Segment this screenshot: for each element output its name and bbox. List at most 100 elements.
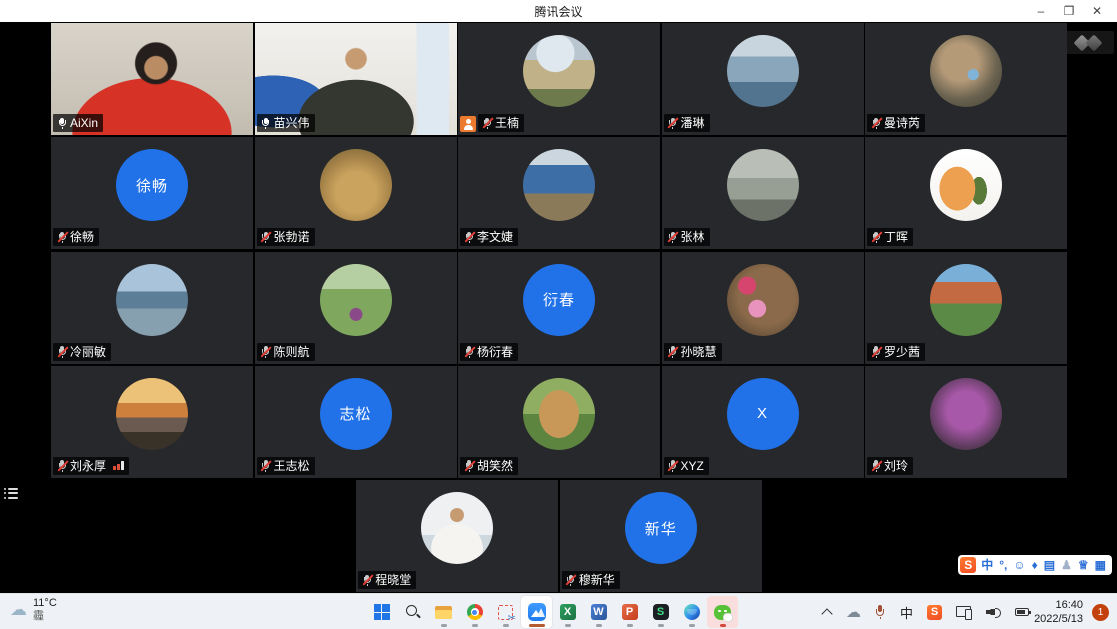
tencent-meeting-logo-icon (1074, 35, 1108, 51)
restore-button[interactable]: ❐ (1055, 0, 1083, 22)
participant-name: 李文婕 (477, 230, 513, 244)
participant-name: 潘琳 (681, 116, 705, 130)
participant-tile[interactable]: 刘永厚 (51, 366, 253, 478)
participant-tile[interactable]: 徐畅徐畅 (51, 137, 253, 249)
participant-name: 罗少茜 (884, 345, 920, 359)
taskbar-app-powerpoint[interactable]: P (614, 596, 645, 628)
speaker-icon[interactable] (986, 606, 1001, 618)
folder-icon (435, 606, 452, 619)
sogou-toolbox-icon[interactable]: ▦ (1095, 557, 1106, 573)
participant-tile[interactable]: 张勃诺 (255, 137, 457, 249)
tencent-meeting-window: 腾讯会议 – ❐ ✕ 正在讲话: 苗兴伟; AiXin; AiXin苗兴伟王楠潘… (0, 0, 1117, 629)
participant-avatar: 徐畅 (116, 149, 188, 221)
participant-tile[interactable]: 志松王志松 (255, 366, 457, 478)
participant-name: 丁晖 (884, 230, 908, 244)
name-label: 杨衍春 (460, 343, 518, 361)
name-label: 李文婕 (460, 228, 518, 246)
muted-mic-icon (261, 231, 271, 243)
participant-tile[interactable]: 曼诗芮 (865, 23, 1067, 135)
edge-icon (684, 604, 700, 620)
member-list-icon[interactable] (4, 483, 24, 503)
participant-tile[interactable]: 张林 (662, 137, 864, 249)
participant-tile[interactable]: 冷丽敏 (51, 252, 253, 364)
participant-name: 陈则航 (274, 345, 310, 359)
participant-avatar (930, 149, 1002, 221)
muted-mic-icon (871, 346, 881, 358)
tray-chevron-icon[interactable] (823, 608, 832, 617)
taskbar-app-screenshot-tool[interactable] (490, 596, 521, 628)
sogou-voice-icon[interactable]: ♦ (1032, 557, 1038, 573)
participant-avatar (116, 378, 188, 450)
taskbar-app-s-phone-app[interactable]: S (645, 596, 676, 628)
participant-tile[interactable]: 李文婕 (458, 137, 660, 249)
muted-mic-icon (871, 117, 881, 129)
sogou-person-icon[interactable]: ♟ (1061, 557, 1072, 573)
taskbar-app-edge[interactable] (676, 596, 707, 628)
name-label: 王楠 (478, 114, 524, 132)
muted-mic-icon (464, 460, 474, 472)
participant-tile[interactable]: 潘琳 (662, 23, 864, 135)
taskbar-app-word[interactable]: W (583, 596, 614, 628)
minimize-button[interactable]: – (1027, 0, 1055, 22)
taskbar-app-excel[interactable]: X (552, 596, 583, 628)
participant-name: 张勃诺 (274, 230, 310, 244)
system-tray: ☁ 中 S (823, 594, 1029, 629)
taskbar-apps: XWPS (366, 594, 738, 629)
name-label: 王志松 (257, 457, 315, 475)
name-label: AiXin (53, 114, 103, 132)
taskbar-app-start[interactable] (366, 596, 397, 628)
title-bar: 腾讯会议 – ❐ ✕ (0, 0, 1117, 22)
participant-tile[interactable]: 衍春杨衍春 (458, 252, 660, 364)
participant-tile[interactable]: 苗兴伟 (255, 23, 457, 135)
weather-widget[interactable]: ☁ 11°C 霾 (10, 597, 57, 623)
sogou-ime-mode-icon[interactable]: 中 (981, 557, 993, 573)
participant-tile[interactable]: AiXin (51, 23, 253, 135)
taskbar-app-search[interactable] (397, 596, 428, 628)
participant-tile[interactable]: 胡笑然 (458, 366, 660, 478)
muted-mic-icon (871, 460, 881, 472)
sogou-emoji-icon[interactable]: ☺ (1013, 557, 1025, 573)
screenshot-icon (498, 605, 513, 620)
participant-avatar (421, 492, 493, 564)
name-label: 张林 (664, 228, 710, 246)
sogou-punctuation-icon[interactable]: °, (999, 557, 1007, 573)
muted-mic-icon (482, 117, 492, 129)
participant-tile[interactable]: 新华穆新华 (560, 480, 762, 592)
name-label: 潘琳 (664, 114, 710, 132)
participant-tile[interactable]: XXYZ (662, 366, 864, 478)
sogou-keyboard-icon[interactable]: ▤ (1044, 557, 1055, 573)
taskbar-app-file-explorer[interactable] (428, 596, 459, 628)
powerpoint-icon: P (622, 604, 638, 620)
close-button[interactable]: ✕ (1083, 0, 1111, 22)
taskbar-app-tencent-meeting[interactable] (521, 596, 552, 628)
participant-tile[interactable]: 罗少茜 (865, 252, 1067, 364)
participant-name: 杨衍春 (477, 345, 513, 359)
clock[interactable]: 16:40 2022/5/13 (1034, 598, 1083, 626)
taskbar-app-chrome[interactable] (459, 596, 490, 628)
name-label: 孙晓慧 (664, 343, 722, 361)
notification-badge[interactable]: 1 (1092, 604, 1109, 621)
tray-date: 2022/5/13 (1034, 612, 1083, 626)
mic-on-icon (261, 117, 271, 129)
cast-icon[interactable] (956, 606, 972, 619)
sogou-skin-icon[interactable]: ♕ (1078, 557, 1089, 573)
sogou-tray-icon[interactable]: S (927, 605, 942, 620)
sogou-logo-icon[interactable]: S (960, 557, 976, 573)
battery-icon[interactable] (1015, 608, 1029, 616)
participant-avatar (320, 149, 392, 221)
participant-avatar: 志松 (320, 378, 392, 450)
ime-mode-indicator[interactable]: 中 (900, 603, 913, 622)
participant-avatar: 衍春 (523, 264, 595, 336)
participant-tile[interactable]: 孙晓慧 (662, 252, 864, 364)
participant-tile[interactable]: 丁晖 (865, 137, 1067, 249)
name-label: 刘永厚 (53, 457, 129, 475)
participant-name: 张林 (681, 230, 705, 244)
taskbar-app-wechat[interactable] (707, 596, 738, 628)
participant-tile[interactable]: 刘玲 (865, 366, 1067, 478)
participant-tile[interactable]: 陈则航 (255, 252, 457, 364)
tray-mic-icon[interactable] (875, 605, 886, 619)
name-label: 丁晖 (867, 228, 913, 246)
participant-tile[interactable]: 程晓堂 (356, 480, 558, 592)
tray-cloud-icon[interactable]: ☁ (846, 603, 861, 621)
participant-tile[interactable]: 王楠 (458, 23, 660, 135)
